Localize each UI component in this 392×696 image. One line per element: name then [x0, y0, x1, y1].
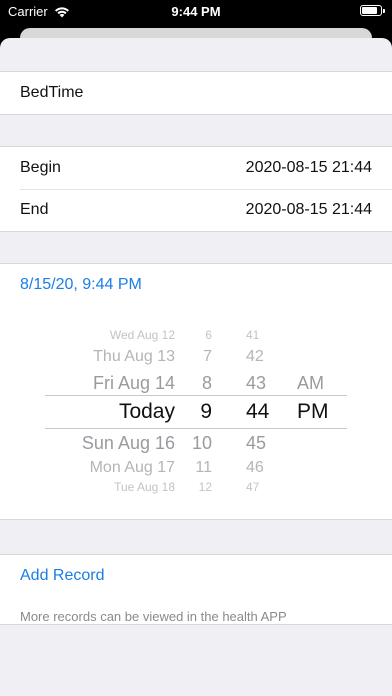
picker-date: Wed Aug 12 [109, 328, 175, 342]
begin-row[interactable]: Begin 2020-08-15 21:44 [0, 147, 392, 189]
picker-date: Mon Aug 17 [89, 459, 175, 476]
picker-hour: 7 [203, 348, 212, 365]
health-app-note: More records can be viewed in the health… [20, 609, 287, 624]
status-bar: Carrier 9:44 PM [0, 0, 392, 24]
picker-row[interactable]: Sun Aug 16 10 45 [0, 433, 392, 459]
name-group: BedTime [0, 71, 392, 115]
picker-minute: 44 [246, 400, 270, 423]
end-label: End [20, 201, 49, 218]
name-value: BedTime [20, 84, 84, 101]
picker-header-group: 8/15/20, 9:44 PM [0, 263, 392, 306]
begin-value: 2020-08-15 21:44 [245, 159, 372, 176]
picker-date: Tue Aug 18 [114, 480, 175, 494]
picker-date: Thu Aug 13 [93, 348, 175, 365]
actions-group: Add Record [0, 554, 392, 596]
picker-date: Sun Aug 16 [81, 433, 175, 453]
begin-label: Begin [20, 159, 61, 176]
picker-minute: 46 [246, 459, 264, 476]
picker-minute: 43 [246, 373, 267, 393]
picker-row-selected[interactable]: Today 9 44 PM [0, 400, 392, 426]
add-record-label: Add Record [20, 567, 105, 584]
picker-selection-bottom-line [45, 428, 347, 429]
picker-hour: 9 [200, 400, 212, 423]
picker-minute: 41 [246, 328, 260, 342]
picker-ampm: AM [297, 373, 324, 393]
picker-row[interactable]: Thu Aug 13 7 42 [0, 348, 392, 374]
picker-hour: 8 [201, 373, 212, 393]
name-field[interactable]: BedTime [0, 72, 392, 114]
picker-row[interactable]: Tue Aug 18 12 47 [0, 480, 392, 506]
battery-icon [360, 5, 385, 16]
picker-date: Today [118, 400, 175, 423]
add-record-button[interactable]: Add Record [0, 555, 392, 597]
picker-minute: 42 [246, 348, 264, 365]
picker-minute: 47 [246, 480, 260, 494]
picker-display-value: 8/15/20, 9:44 PM [20, 276, 142, 293]
time-range-group: Begin 2020-08-15 21:44 End 2020-08-15 21… [0, 146, 392, 232]
picker-ampm: PM [297, 400, 329, 423]
picker-minute: 45 [246, 433, 267, 453]
picker-hour: 12 [198, 480, 212, 494]
divider [0, 624, 392, 625]
picker-display-row[interactable]: 8/15/20, 9:44 PM [0, 264, 392, 306]
picker-hour: 11 [195, 459, 212, 476]
status-time: 9:44 PM [171, 4, 221, 19]
picker-hour: 10 [191, 433, 212, 453]
date-time-picker[interactable]: Wed Aug 12 6 41 Thu Aug 13 7 42 Fri Aug … [0, 306, 392, 520]
end-row[interactable]: End 2020-08-15 21:44 [0, 189, 392, 231]
picker-hour: 6 [205, 328, 212, 342]
picker-row[interactable]: Fri Aug 14 8 43 AM [0, 373, 392, 399]
picker-date: Fri Aug 14 [92, 373, 175, 393]
end-value: 2020-08-15 21:44 [245, 201, 372, 218]
